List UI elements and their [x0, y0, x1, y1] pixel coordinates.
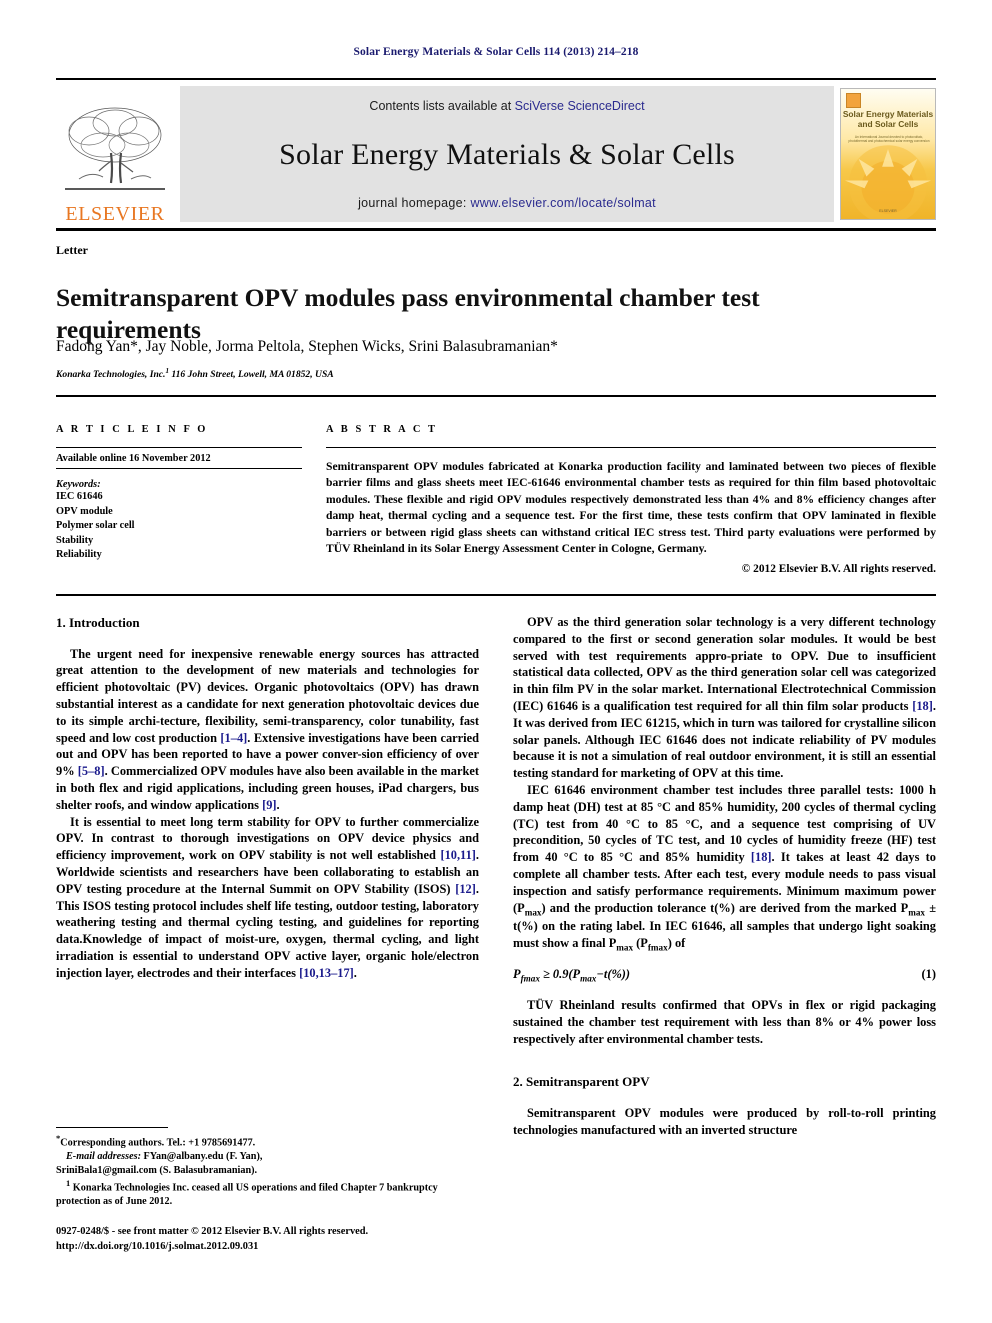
equation-tail: −t(%)) [596, 967, 631, 982]
article-info-heading: A R T I C L E I N F O [56, 424, 208, 435]
imprint-block: 0927-0248/$ - see front matter © 2012 El… [56, 1225, 516, 1255]
equation-subscript: fmax [520, 973, 540, 984]
citation-ref[interactable]: [18] [751, 850, 772, 864]
text-run: (P [633, 936, 648, 951]
subscript: fmax [647, 942, 668, 953]
subscript: max [524, 907, 542, 918]
footnote-email-2[interactable]: SriniBala1@gmail.com (S. Balasubramanian… [56, 1164, 479, 1178]
front-matter-line: 0927-0248/$ - see front matter © 2012 El… [56, 1226, 369, 1237]
article-info-column: A R T I C L E I N F O Available online 1… [56, 424, 302, 563]
affiliation: Konarka Technologies, Inc.1 116 John Str… [56, 367, 856, 380]
email-address-1[interactable]: FYan@albany.edu (F. Yan), [141, 1151, 263, 1162]
text-run: Corresponding authors. Tel.: +1 97856914… [60, 1137, 256, 1149]
affiliation-name: Konarka Technologies, Inc. [56, 369, 166, 381]
text-run: . This ISOS testing protocol includes sh… [56, 881, 479, 980]
footnote-corresponding-authors: *Corresponding authors. Tel.: +1 9785691… [56, 1133, 479, 1150]
text-run: ) and the production tolerance t(%) are … [541, 900, 909, 915]
author-list: Fadong Yan*, Jay Noble, Jorma Peltola, S… [56, 338, 558, 355]
keyword-item: Polymer solar cell [56, 520, 135, 532]
elsevier-logo: ELSEVIER [56, 84, 174, 226]
citation-ref[interactable]: [9] [262, 798, 276, 812]
citation-ref[interactable]: [12] [455, 882, 476, 896]
paragraph-right-3: TÜV Rheinland results confirmed that OPV… [513, 998, 936, 1046]
contents-available-line: Contents lists available at SciVerse Sci… [369, 99, 644, 113]
journal-masthead: ELSEVIER Contents lists available at Sci… [56, 78, 936, 226]
document-type-label: Letter [56, 243, 88, 257]
paragraph-right-2: IEC 61646 environment chamber test inclu… [513, 782, 936, 954]
journal-homepage-link[interactable]: www.elsevier.com/locate/solmat [470, 196, 655, 210]
paragraph-right-1: OPV as the third generation solar techno… [513, 614, 936, 782]
keyword-item: Reliability [56, 549, 102, 561]
journal-title: Solar Energy Materials & Solar Cells [279, 137, 735, 171]
journal-homepage-line: journal homepage: www.elsevier.com/locat… [358, 196, 656, 210]
masthead-band: Contents lists available at SciVerse Sci… [180, 86, 834, 222]
cover-elsevier-mark-icon [846, 93, 861, 108]
body-column-left: 1. Introduction The urgent need for inex… [56, 614, 479, 982]
contents-prefix: Contents lists available at [369, 99, 515, 113]
footnote-block: *Corresponding authors. Tel.: +1 9785691… [56, 1133, 479, 1209]
section-heading-semitransparent-opv: 2. Semitransparent OPV [513, 1074, 650, 1090]
available-online-date: Available online 16 November 2012 [56, 448, 302, 469]
equation-relation: ≥ 0.9(P [539, 967, 581, 982]
footnote-bankruptcy-note: 1 Konarka Technologies Inc. ceased all U… [56, 1178, 479, 1209]
cover-footer: ELSEVIER [879, 209, 897, 213]
equation-body: Pfmax ≥ 0.9(Pmax−t(%)) [513, 966, 630, 985]
citation-ref[interactable]: [10,13–17] [299, 966, 354, 980]
text-run: . [353, 965, 357, 980]
footnote-separator [56, 1127, 168, 1128]
keyword-item: IEC 61646 [56, 491, 103, 502]
affiliation-address: 116 John Street, Lowell, MA 01852, USA [168, 369, 334, 381]
masthead-bottom-rule [56, 228, 936, 231]
footnote-emails: E-mail addresses: FYan@albany.edu (F. Ya… [56, 1150, 479, 1164]
citation-ref[interactable]: [10,11] [440, 848, 475, 862]
sciencedirect-link[interactable]: SciVerse ScienceDirect [515, 99, 645, 113]
header-bottom-rule [56, 594, 936, 596]
cover-title: Solar Energy Materials and Solar Cells [842, 109, 934, 130]
running-head: Solar Energy Materials & Solar Cells 114… [353, 46, 639, 58]
abstract-copyright: © 2012 Elsevier B.V. All rights reserved… [741, 562, 936, 575]
email-label: E-mail addresses: [66, 1151, 141, 1163]
text-run: OPV as the third generation solar techno… [513, 615, 936, 713]
cover-subtitle: An International Journal devoted to phot… [848, 135, 930, 144]
citation-ref[interactable]: [5–8] [78, 764, 105, 778]
text-run: . [276, 797, 280, 812]
paragraph-intro-1: The urgent need for inexpensive renewabl… [56, 646, 479, 814]
keyword-item: Stability [56, 534, 94, 546]
homepage-prefix: journal homepage: [358, 196, 471, 210]
equation-number: (1) [921, 967, 936, 982]
abstract-column: A B S T R A C T Semitransparent OPV modu… [326, 424, 936, 575]
keyword-item: OPV module [56, 505, 113, 517]
elsevier-tree-icon [59, 101, 171, 203]
journal-cover-thumbnail: Solar Energy Materials and Solar Cells A… [840, 88, 936, 220]
doi-line[interactable]: http://dx.doi.org/10.1016/j.solmat.2012.… [56, 1240, 516, 1255]
paragraph-sec2-1: Semitransparent OPV modules were produce… [513, 1106, 936, 1137]
text-run: ) of [667, 936, 686, 951]
elsevier-wordmark: ELSEVIER [65, 203, 165, 225]
body-column-right: OPV as the third generation solar techno… [513, 614, 936, 1139]
section-heading-introduction: 1. Introduction [56, 615, 140, 630]
keywords-label: Keywords: [56, 479, 101, 490]
journal-article-page: Solar Energy Materials & Solar Cells 114… [0, 0, 992, 1323]
abstract-body: Semitransparent OPV modules fabricated a… [326, 460, 936, 556]
citation-ref[interactable]: [18] [912, 699, 933, 713]
citation-ref[interactable]: [1–4] [220, 731, 247, 745]
equation-symbol: P [513, 967, 521, 982]
subscript: max [616, 942, 634, 953]
abstract-heading: A B S T R A C T [326, 424, 438, 435]
paragraph-intro-2: It is essential to meet long term stabil… [56, 814, 479, 982]
text-run: It is essential to meet long term stabil… [56, 814, 479, 863]
title-block-rule [56, 395, 936, 397]
equation-subscript: max [580, 973, 597, 984]
equation-1: Pfmax ≥ 0.9(Pmax−t(%)) (1) [513, 966, 936, 985]
page-title: Semitransparent OPV modules pass environ… [56, 283, 760, 344]
subscript: max [908, 907, 926, 918]
text-run: Konarka Technologies Inc. ceased all US … [56, 1182, 438, 1208]
